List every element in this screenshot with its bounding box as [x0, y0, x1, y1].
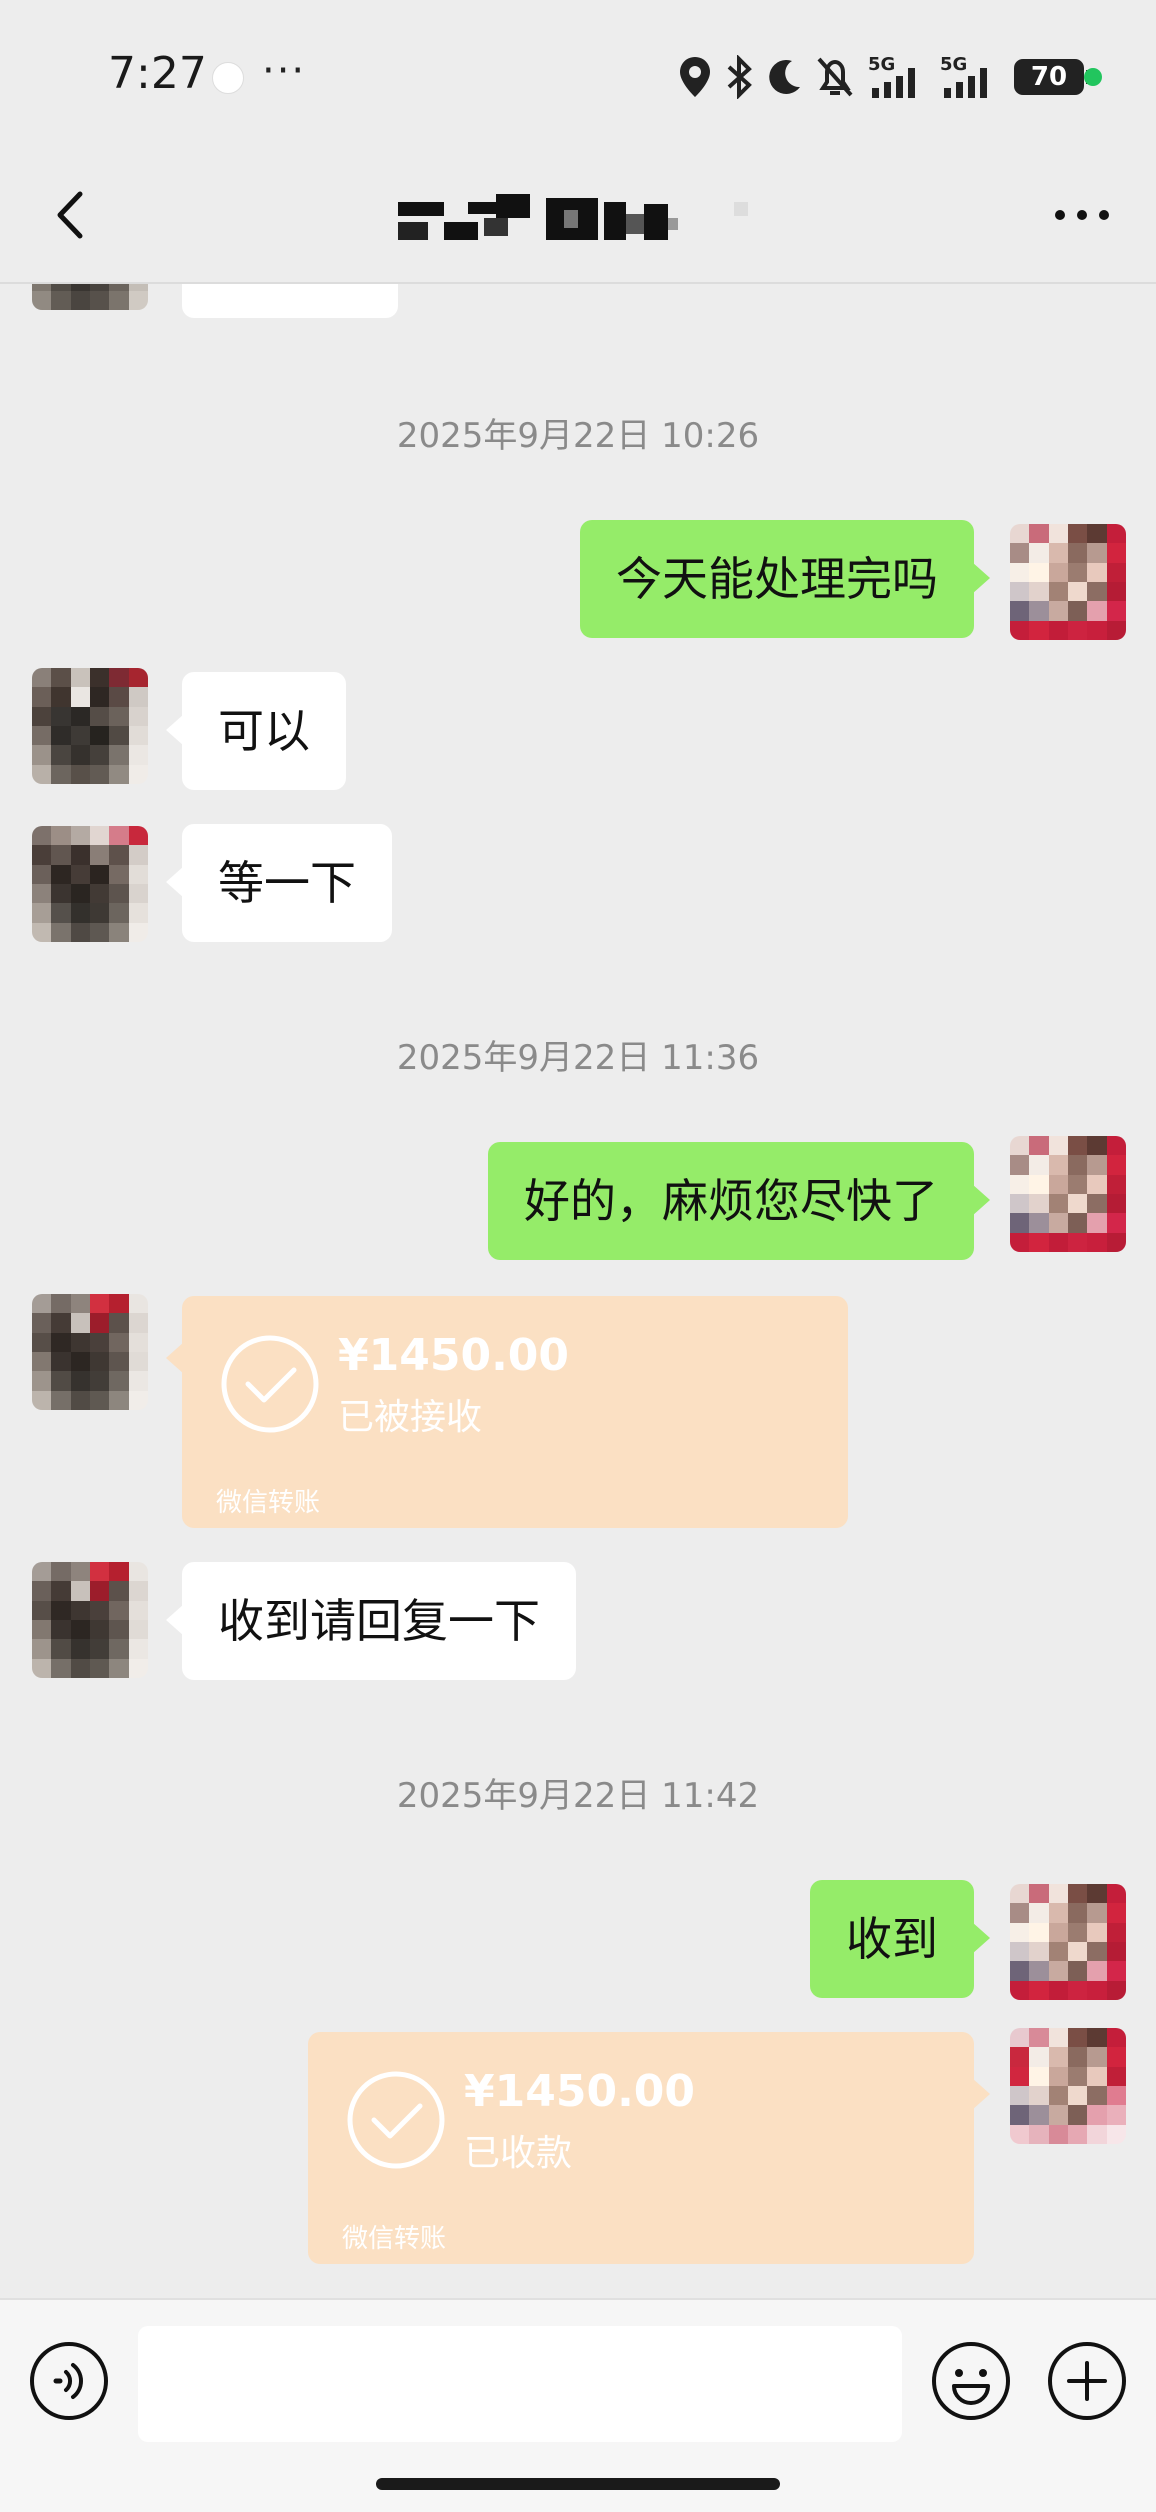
privacy-indicator: [1084, 68, 1102, 86]
check-circle-icon: [221, 1335, 319, 1433]
signal-1-icon: 5G: [868, 54, 915, 98]
received-message[interactable]: 等一下: [166, 824, 392, 942]
my-avatar[interactable]: [1010, 1136, 1126, 1252]
transfer-footer: 微信转账: [216, 1488, 321, 1518]
location-icon: [680, 57, 710, 97]
message-bubble-partial[interactable]: [182, 284, 398, 318]
status-more: ···: [262, 48, 307, 94]
chat-header: [0, 150, 1156, 284]
voice-icon[interactable]: [28, 2340, 110, 2422]
transfer-card[interactable]: ¥1450.00 已被接收 微信转账: [166, 1296, 848, 1528]
message-input[interactable]: [138, 2326, 902, 2442]
timestamp: 2025年9月22日 10:26: [396, 416, 760, 456]
contact-avatar[interactable]: [32, 284, 148, 310]
emoji-icon[interactable]: [930, 2340, 1012, 2422]
transfer-status: 已收款: [464, 2133, 573, 2174]
svg-text:5G: 5G: [940, 54, 967, 75]
status-time: 7:27: [108, 48, 207, 99]
sent-message[interactable]: 今天能处理完吗: [580, 520, 990, 638]
plus-icon[interactable]: [1046, 2340, 1128, 2422]
my-avatar[interactable]: [1010, 524, 1126, 640]
timestamp: 2025年9月22日 11:36: [396, 1038, 760, 1078]
moon-icon: [769, 59, 800, 94]
contact-avatar[interactable]: [32, 1294, 148, 1410]
transfer-amount: ¥1450.00: [464, 2066, 696, 2117]
transfer-card[interactable]: ¥1450.00 已收款 微信转账: [308, 2032, 990, 2264]
status-bar: 7:27 ··· 5G 5G 70: [0, 0, 1156, 150]
received-message[interactable]: 可以: [166, 672, 346, 790]
signal-2-icon: 5G: [940, 54, 987, 98]
my-avatar[interactable]: [1010, 2028, 1126, 2144]
battery-icon: 70: [1014, 59, 1092, 95]
notification-icon: [212, 62, 244, 94]
sent-message[interactable]: 收到: [810, 1880, 990, 1998]
transfer-status: 已被接收: [338, 1397, 483, 1438]
contact-avatar[interactable]: [32, 1562, 148, 1678]
transfer-footer: 微信转账: [342, 2224, 447, 2254]
chat-message-list[interactable]: 2025年9月22日 10:26 今天能处理完吗 可以 等一下 2025年9月2…: [0, 284, 1156, 2298]
contact-avatar[interactable]: [32, 826, 148, 942]
status-icons: 5G 5G 70: [678, 50, 1092, 104]
contact-avatar[interactable]: [32, 668, 148, 784]
chat-title-redacted: [398, 194, 748, 240]
check-circle-icon: [347, 2071, 445, 2169]
sent-message[interactable]: 好的，麻烦您尽快了: [488, 1142, 990, 1260]
received-message[interactable]: 收到请回复一下: [166, 1562, 576, 1680]
more-options-button[interactable]: [1042, 180, 1122, 250]
bell-off-icon: [817, 57, 853, 97]
transfer-amount: ¥1450.00: [338, 1330, 570, 1381]
svg-text:5G: 5G: [868, 54, 895, 75]
bluetooth-icon: [727, 55, 752, 99]
home-indicator[interactable]: [376, 2478, 780, 2490]
battery-level: 70: [1030, 62, 1068, 92]
my-avatar[interactable]: [1010, 1884, 1126, 2000]
timestamp: 2025年9月22日 11:42: [396, 1776, 760, 1816]
back-button[interactable]: [38, 180, 108, 250]
